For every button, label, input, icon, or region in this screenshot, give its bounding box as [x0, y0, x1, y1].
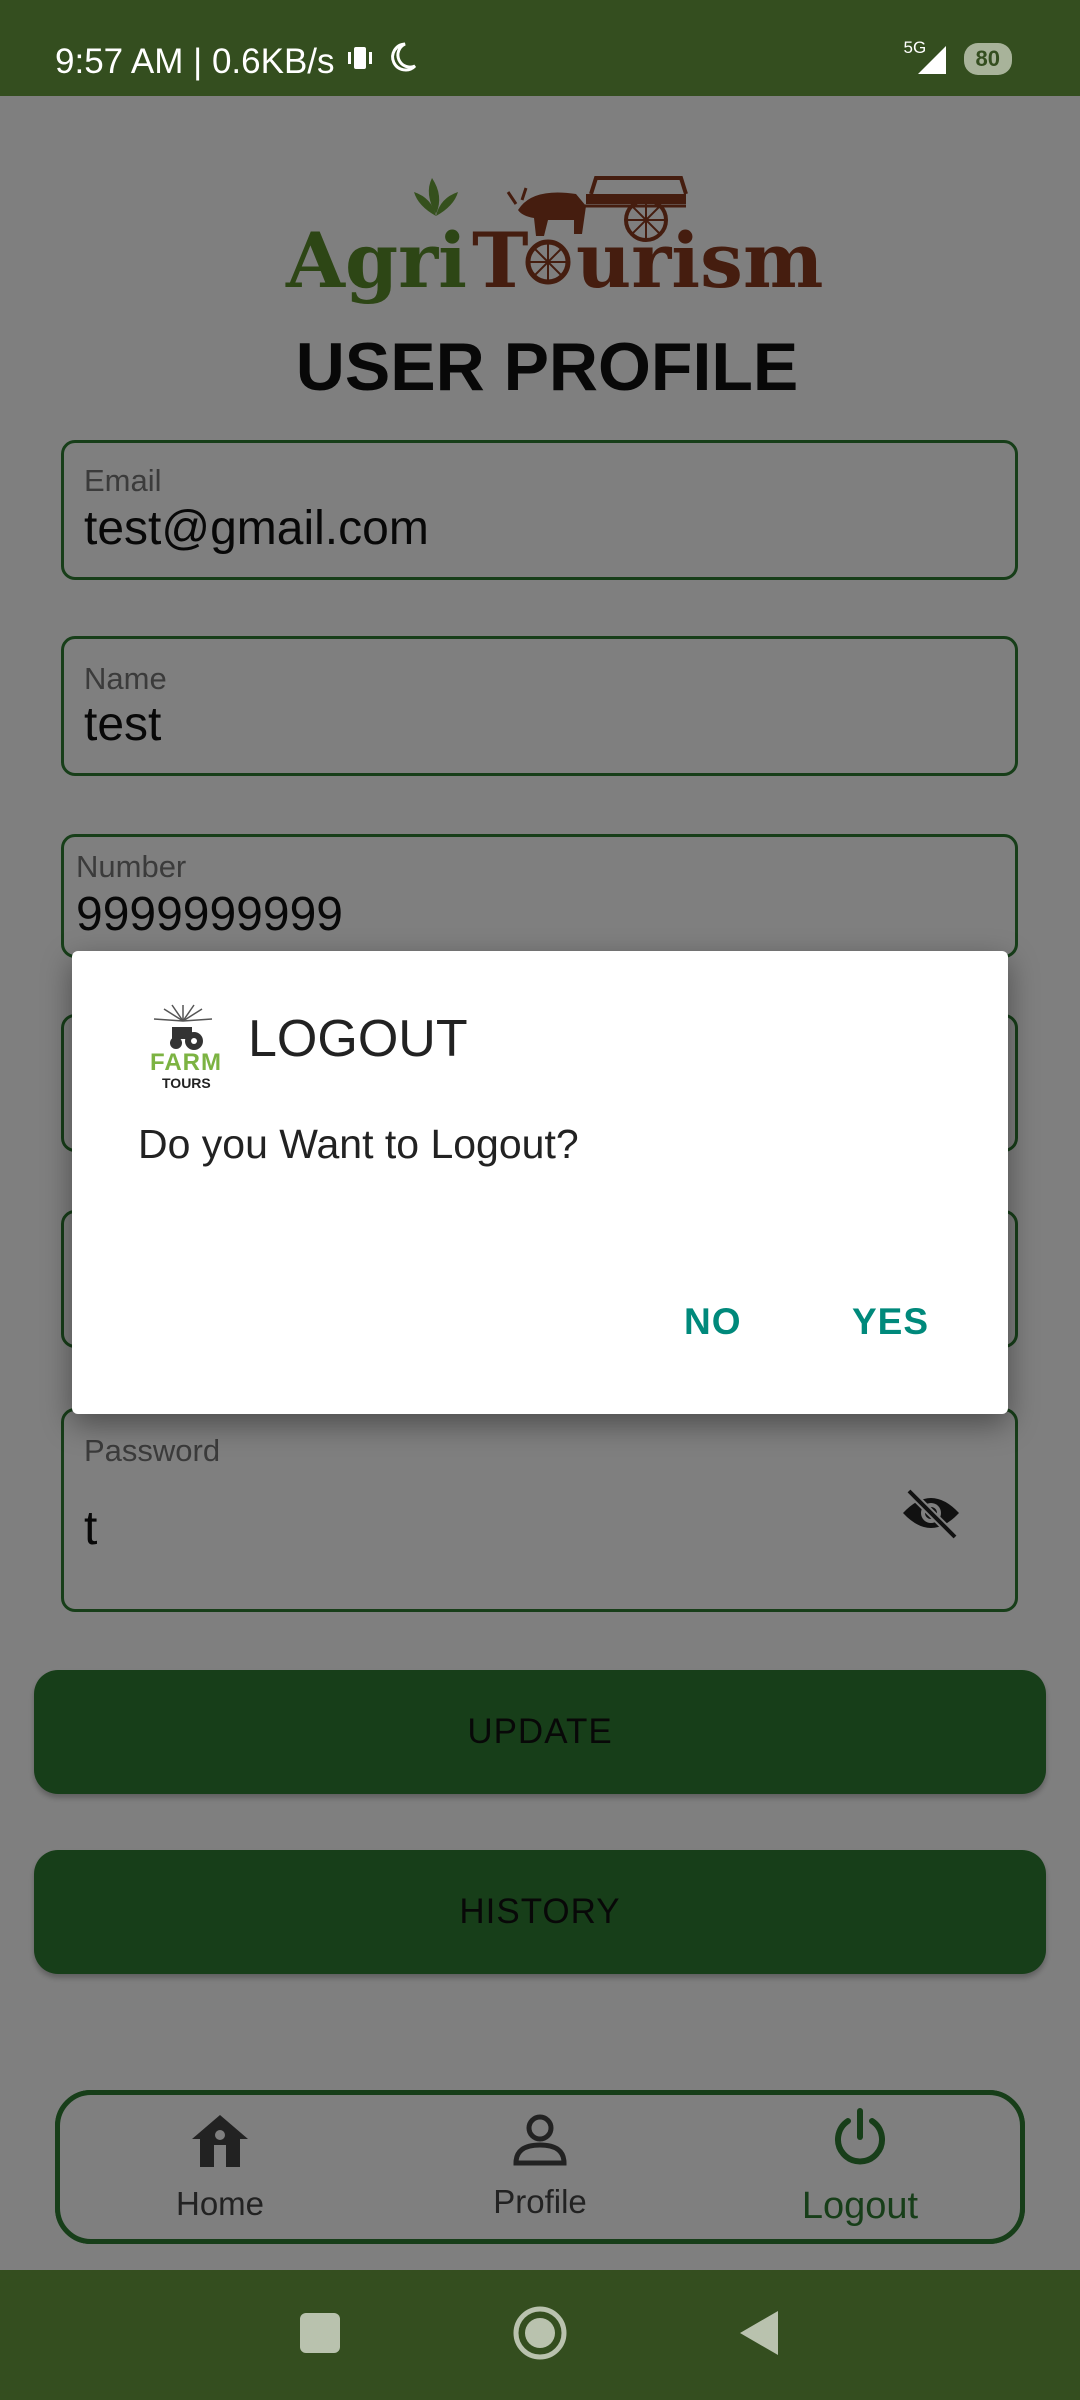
logout-dialog: FARM TOURS LOGOUT Do you Want to Logout?… — [72, 951, 1008, 1414]
dialog-message: Do you Want to Logout? — [138, 1121, 579, 1167]
vibrate-icon — [345, 42, 375, 82]
status-bar: 9:57 AM | 0.6KB/s 5G 80 — [0, 0, 1080, 96]
farm-tours-logo-top: FARM — [150, 1049, 222, 1076]
yes-button[interactable]: YES — [852, 1301, 929, 1343]
system-navigation-bar — [0, 2270, 1080, 2400]
back-triangle-icon[interactable] — [738, 2309, 782, 2362]
home-circle-icon[interactable] — [512, 2305, 568, 2366]
recents-icon[interactable] — [298, 2311, 342, 2360]
battery-badge: 80 — [963, 43, 1012, 75]
farm-tours-logo-bottom: TOURS — [162, 1075, 211, 1091]
farm-tours-logo: FARM TOURS — [142, 1001, 224, 1091]
status-time: 9:57 AM | 0.6KB/s — [55, 41, 335, 81]
status-left: 9:57 AM | 0.6KB/s — [55, 40, 419, 83]
moon-icon — [385, 40, 419, 83]
status-right: 5G 80 — [904, 38, 1012, 76]
signal-icon: 5G — [904, 38, 950, 76]
dialog-title: LOGOUT — [248, 1010, 468, 1068]
no-button[interactable]: NO — [684, 1301, 742, 1343]
